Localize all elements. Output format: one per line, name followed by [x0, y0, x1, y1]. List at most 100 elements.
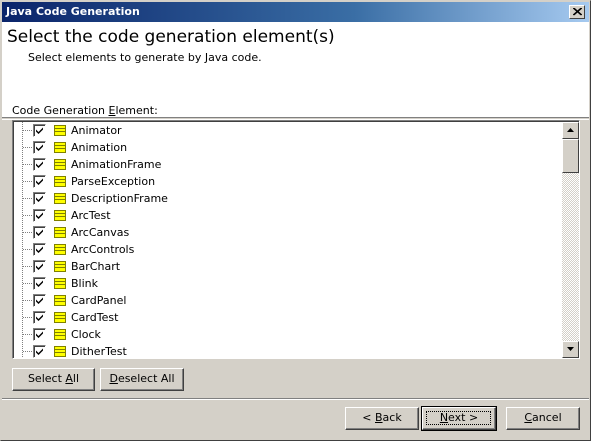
- list-item[interactable]: ArcControls: [14, 241, 554, 258]
- tree-connector-branch: [23, 249, 33, 250]
- item-checkbox[interactable]: [33, 175, 46, 188]
- item-checkbox[interactable]: [33, 260, 46, 273]
- item-checkbox[interactable]: [33, 328, 46, 341]
- item-checkbox[interactable]: [33, 141, 46, 154]
- item-checkbox[interactable]: [33, 209, 46, 222]
- tree-connector-branch: [23, 283, 33, 284]
- class-icon: [54, 295, 66, 306]
- tree-connector-branch: [23, 215, 33, 216]
- item-label: Clock: [71, 328, 101, 341]
- item-label: ArcControls: [71, 243, 135, 256]
- class-icon: [54, 278, 66, 289]
- item-checkbox[interactable]: [33, 294, 46, 307]
- cancel-button[interactable]: Cancel: [506, 407, 580, 430]
- tree-connector-branch: [23, 164, 33, 165]
- page-title: Select the code generation element(s): [7, 27, 335, 47]
- list-item[interactable]: Animator: [14, 122, 554, 139]
- footer-divider: [2, 398, 589, 400]
- list-item[interactable]: ArcTest: [14, 207, 554, 224]
- checkmark-icon: [36, 195, 43, 202]
- scroll-down-button[interactable]: [562, 341, 579, 358]
- list-item[interactable]: BarChart: [14, 258, 554, 275]
- item-checkbox[interactable]: [33, 243, 46, 256]
- item-label: DitherTest: [71, 345, 127, 358]
- item-checkbox[interactable]: [33, 192, 46, 205]
- list-item[interactable]: ParseException: [14, 173, 554, 190]
- item-checkbox[interactable]: [33, 158, 46, 171]
- dialog-window: Java Code Generation Select the code gen…: [0, 0, 591, 441]
- element-list[interactable]: Animator Animation AnimationFrame ParseExce…: [14, 122, 560, 358]
- class-icon: [54, 159, 66, 170]
- vertical-scrollbar[interactable]: [562, 122, 579, 358]
- item-label: Animation: [71, 141, 128, 154]
- list-item[interactable]: Clock: [14, 326, 554, 343]
- class-icon: [54, 142, 66, 153]
- item-checkbox[interactable]: [33, 277, 46, 290]
- back-button[interactable]: < Back: [345, 407, 419, 430]
- item-label: AnimationFrame: [71, 158, 162, 171]
- close-button[interactable]: [569, 5, 585, 19]
- list-item[interactable]: Blink: [14, 275, 554, 292]
- list-item[interactable]: DitherTest: [14, 343, 554, 358]
- scroll-up-button[interactable]: [562, 122, 579, 139]
- item-label: ArcTest: [71, 209, 111, 222]
- tree-connector-branch: [23, 300, 33, 301]
- next-button[interactable]: Next >: [421, 406, 497, 431]
- checkmark-icon: [36, 246, 43, 253]
- arrow-down-icon: [567, 347, 574, 351]
- checkmark-icon: [36, 144, 43, 151]
- list-label: Code Generation Element:: [12, 104, 158, 117]
- select-all-button[interactable]: Select All: [12, 368, 95, 391]
- checkmark-icon: [36, 314, 43, 321]
- item-label: CardTest: [71, 311, 119, 324]
- class-icon: [54, 227, 66, 238]
- tree-connector-branch: [23, 198, 33, 199]
- list-item[interactable]: CardPanel: [14, 292, 554, 309]
- tree-connector-branch: [23, 317, 33, 318]
- tree-connector-branch: [23, 232, 33, 233]
- class-icon: [54, 176, 66, 187]
- item-label: Blink: [71, 277, 99, 290]
- page-subtitle: Select elements to generate by Java code…: [28, 51, 262, 64]
- class-icon: [54, 329, 66, 340]
- list-item[interactable]: CardTest: [14, 309, 554, 326]
- item-label: CardPanel: [71, 294, 127, 307]
- class-icon: [54, 210, 66, 221]
- item-label: DescriptionFrame: [71, 192, 168, 205]
- class-icon: [54, 193, 66, 204]
- tree-connector-branch: [23, 266, 33, 267]
- item-label: ParseException: [71, 175, 156, 188]
- checkmark-icon: [36, 178, 43, 185]
- list-item[interactable]: DescriptionFrame: [14, 190, 554, 207]
- list-item[interactable]: ArcCanvas: [14, 224, 554, 241]
- tree-connector-branch: [23, 130, 33, 131]
- checkmark-icon: [36, 280, 43, 287]
- tree-connector-branch: [23, 334, 33, 335]
- item-checkbox[interactable]: [33, 226, 46, 239]
- class-icon: [54, 244, 66, 255]
- checkmark-icon: [36, 297, 43, 304]
- checkmark-icon: [36, 229, 43, 236]
- item-checkbox[interactable]: [33, 124, 46, 137]
- list-item[interactable]: Animation: [14, 139, 554, 156]
- window-title: Java Code Generation: [6, 5, 140, 18]
- title-bar[interactable]: Java Code Generation: [2, 2, 589, 22]
- tree-connector-branch: [23, 181, 33, 182]
- item-label: Animator: [71, 124, 122, 137]
- close-icon: [573, 8, 582, 16]
- element-list-box[interactable]: Animator Animation AnimationFrame ParseExce…: [12, 120, 580, 359]
- class-icon: [54, 261, 66, 272]
- list-item[interactable]: AnimationFrame: [14, 156, 554, 173]
- class-icon: [54, 312, 66, 323]
- class-icon: [54, 346, 66, 357]
- scroll-thumb[interactable]: [562, 139, 579, 173]
- checkmark-icon: [36, 127, 43, 134]
- class-icon: [54, 125, 66, 136]
- checkmark-icon: [36, 331, 43, 338]
- tree-connector-branch: [23, 351, 33, 352]
- checkmark-icon: [36, 161, 43, 168]
- item-checkbox[interactable]: [33, 311, 46, 324]
- deselect-all-button[interactable]: Deselect All: [100, 368, 184, 391]
- item-checkbox[interactable]: [33, 345, 46, 358]
- arrow-up-icon: [567, 128, 574, 132]
